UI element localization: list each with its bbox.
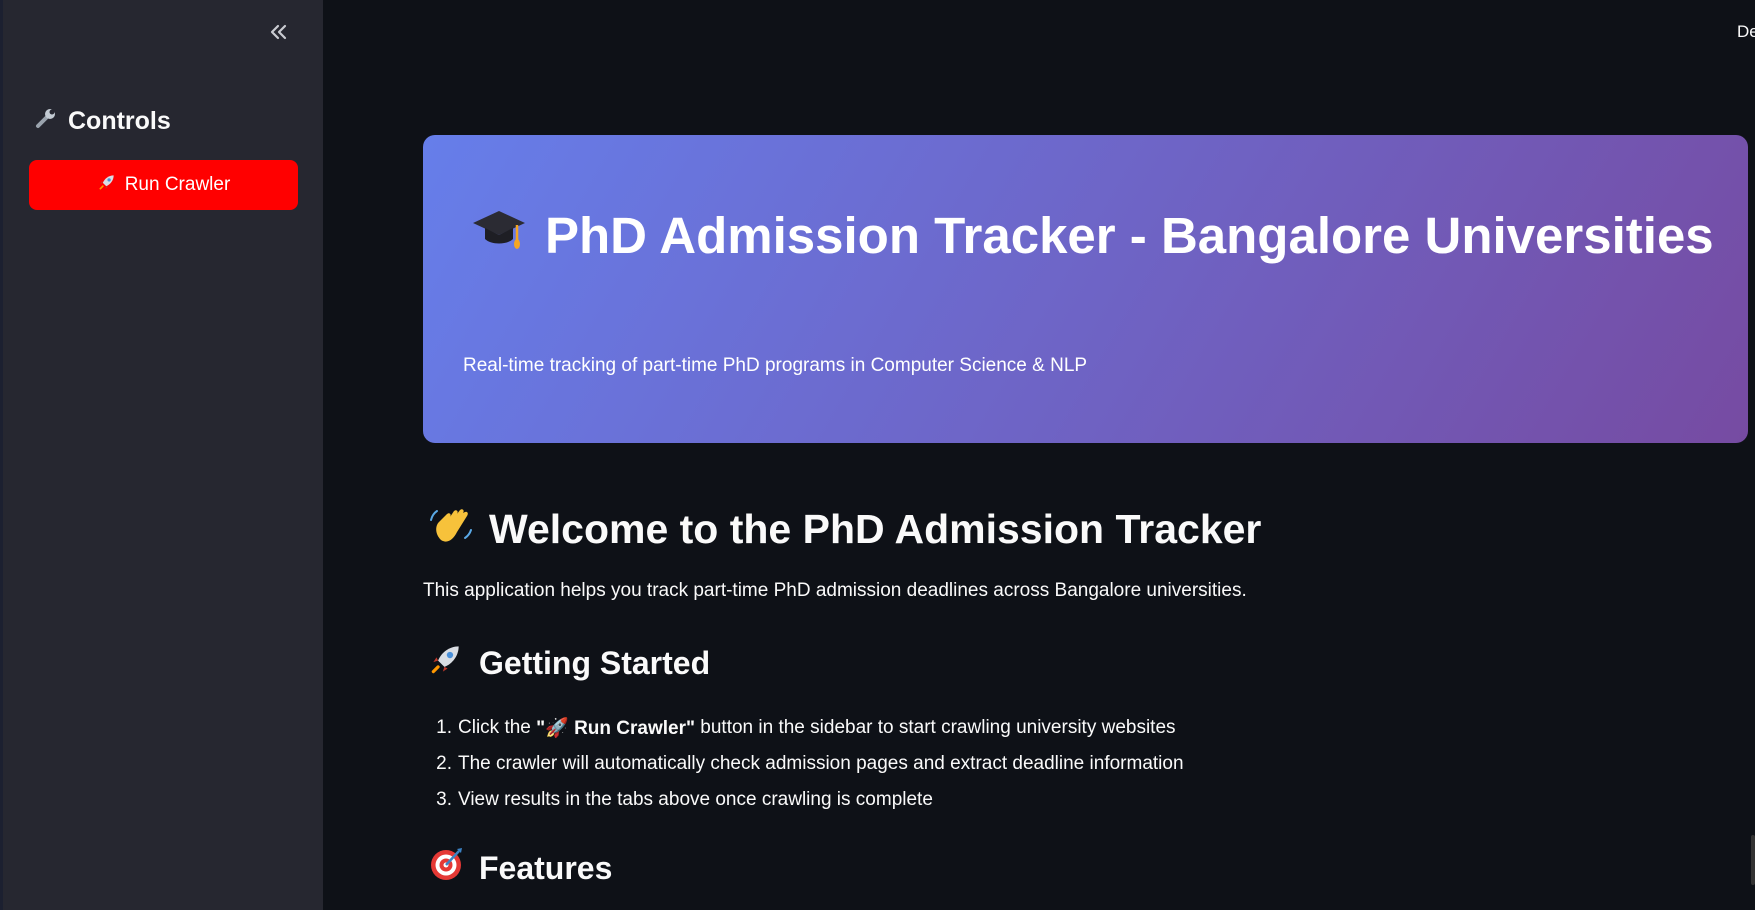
list-item: 1. Click the "🚀 Run Crawler" button in t…: [423, 710, 1184, 746]
hero-title-text: PhD Admission Tracker - Bangalore Univer…: [545, 206, 1714, 264]
app-root: Controls Run Crawler De PhD Admission Tr…: [0, 0, 1755, 910]
sidebar-edge: [0, 0, 3, 910]
list-item: 2. The crawler will automatically check …: [423, 746, 1184, 782]
welcome-heading-text: Welcome to the PhD Admission Tracker: [489, 505, 1262, 552]
run-crawler-button[interactable]: Run Crawler: [29, 160, 298, 210]
welcome-description: This application helps you track part-ti…: [423, 580, 1247, 601]
target-icon: [427, 845, 465, 891]
list-item-text: The crawler will automatically check adm…: [458, 753, 1184, 774]
run-crawler-label: Run Crawler: [124, 174, 231, 195]
sidebar-title: Controls: [34, 106, 171, 137]
sidebar: Controls Run Crawler: [0, 0, 323, 910]
hero-title: PhD Admission Tracker - Bangalore Univer…: [471, 201, 1714, 269]
features-heading-text: Features: [479, 849, 613, 886]
collapse-sidebar-button[interactable]: [260, 16, 296, 52]
list-item-bold: "🚀 Run Crawler": [536, 718, 696, 739]
list-item-number: 2.: [436, 753, 452, 774]
waving-hand-icon: [427, 500, 475, 558]
list-item-number: 3.: [436, 789, 452, 810]
scrollbar[interactable]: [1751, 835, 1755, 885]
getting-started-heading-text: Getting Started: [479, 644, 711, 681]
list-item: 3. View results in the tabs above once c…: [423, 782, 1184, 818]
list-item-text: Click the: [458, 717, 537, 738]
list-item-text: View results in the tabs above once craw…: [458, 789, 933, 810]
chevrons-left-icon: [267, 21, 289, 48]
rocket-icon: [97, 172, 117, 198]
wrench-icon: [34, 106, 58, 137]
graduation-cap-icon: [471, 201, 527, 269]
welcome-heading: Welcome to the PhD Admission Tracker: [427, 500, 1261, 558]
getting-started-heading: Getting Started: [427, 640, 710, 686]
list-item-number: 1.: [436, 717, 452, 738]
getting-started-steps: 1. Click the "🚀 Run Crawler" button in t…: [423, 710, 1184, 818]
features-heading: Features: [427, 845, 612, 891]
rocket-icon: [427, 640, 465, 686]
list-item-text: button in the sidebar to start crawling …: [695, 717, 1176, 738]
main-content: PhD Admission Tracker - Bangalore Univer…: [323, 0, 1755, 910]
hero-subtitle: Real-time tracking of part-time PhD prog…: [463, 355, 1088, 376]
hero-banner: PhD Admission Tracker - Bangalore Univer…: [423, 135, 1748, 443]
sidebar-title-label: Controls: [68, 107, 171, 135]
